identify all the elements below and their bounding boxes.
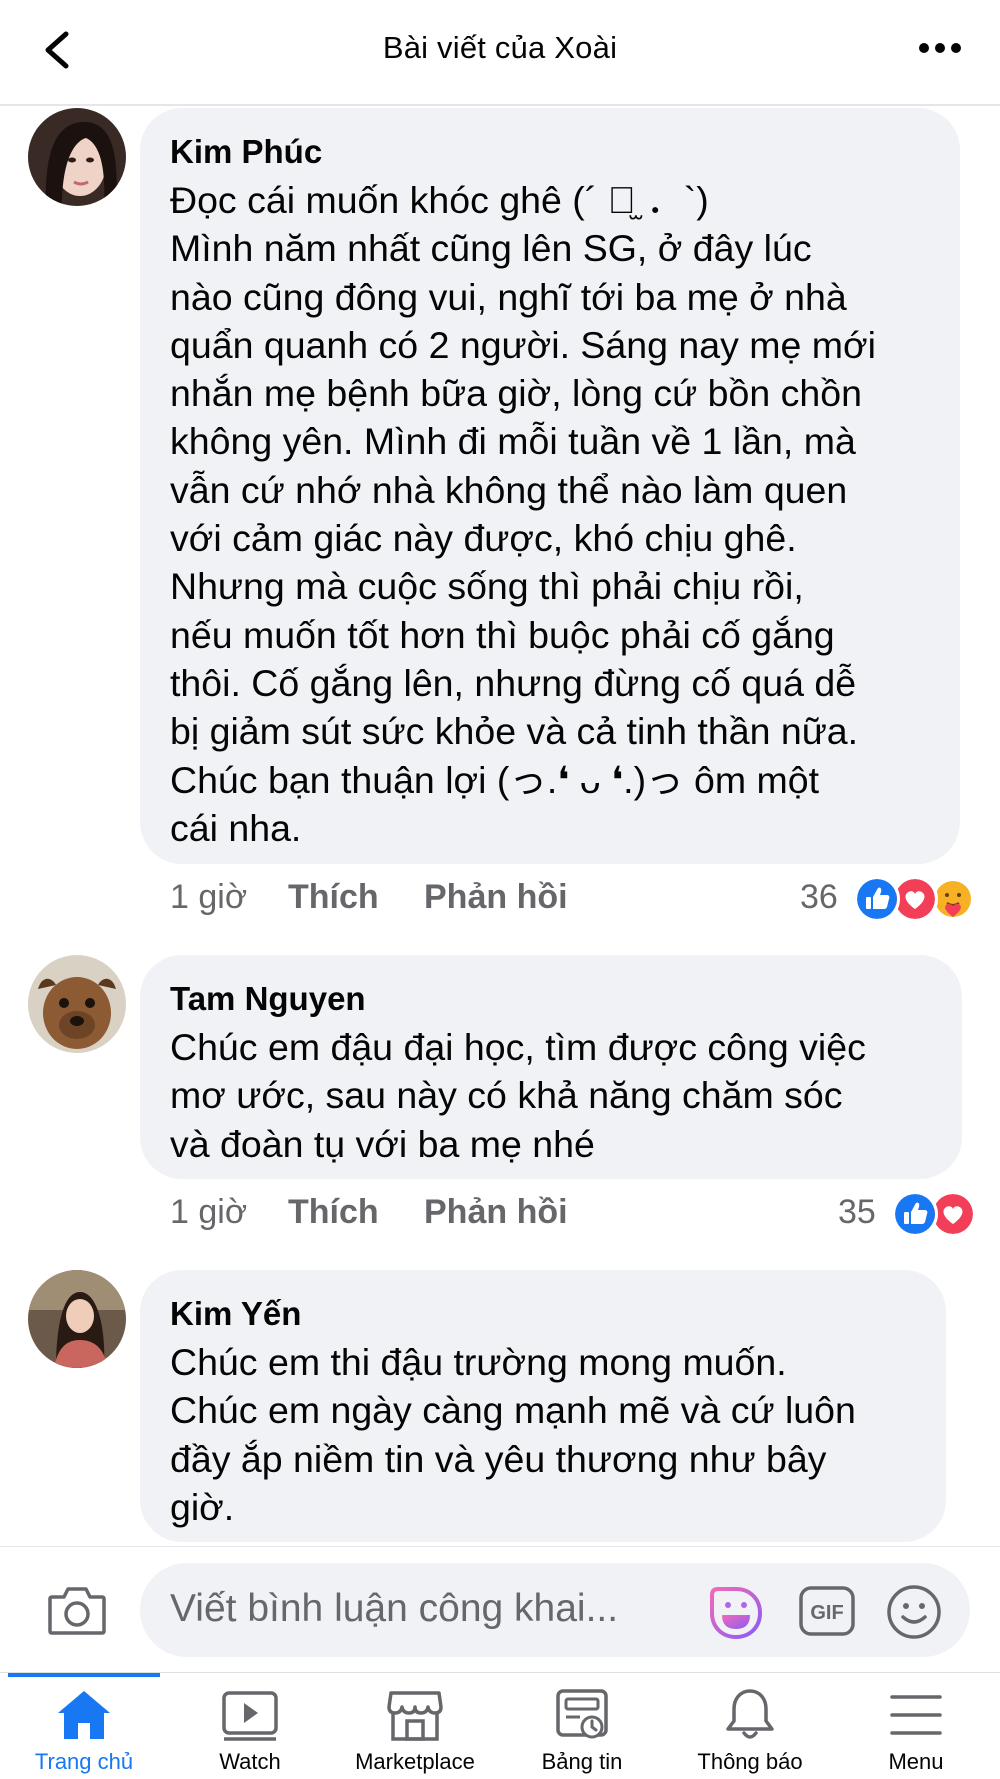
tab-label: Trang chủ — [34, 1749, 134, 1774]
tab-watch[interactable]: Watch — [190, 1673, 310, 1779]
like-button[interactable]: Thích — [288, 878, 379, 917]
tab-label: Menu — [888, 1749, 944, 1774]
avatar[interactable] — [28, 108, 126, 206]
page-title: Bài viết của Xoài — [382, 30, 618, 65]
watch-icon — [222, 1691, 278, 1741]
comment-actions: 1 giờ Thích Phản hồi — [170, 878, 590, 928]
reply-button[interactable]: Phản hồi — [424, 878, 568, 917]
tab-menu[interactable]: Menu — [856, 1673, 976, 1779]
avatar[interactable] — [28, 1270, 126, 1368]
comment-text: Chúc em đậu đại học, tìm được công việc … — [170, 1026, 866, 1165]
like-button[interactable]: Thích — [288, 1193, 379, 1232]
gif-label: GIF — [810, 1602, 843, 1624]
comment-author[interactable]: Tam Nguyen — [170, 979, 932, 1019]
reply-button[interactable]: Phản hồi — [424, 1193, 568, 1232]
comment-bubble: Kim Phúc Đọc cái muốn khóc ghê (´ ．̫ ．`)… — [140, 108, 960, 864]
tab-home[interactable]: Trang chủ — [8, 1673, 160, 1779]
emoji-icon[interactable] — [885, 1583, 943, 1641]
reaction-count: 36 — [800, 878, 838, 916]
comment-bubble: Kim Yến Chúc em thi đậu trường mong muốn… — [140, 1270, 946, 1542]
tab-label: Marketplace — [355, 1749, 475, 1774]
comment-text: Đọc cái muốn khóc ghê (´ ．̫ ．`) Mình năm… — [170, 179, 876, 849]
bell-icon — [726, 1689, 774, 1739]
home-icon — [58, 1691, 110, 1739]
comment-author[interactable]: Kim Phúc — [170, 132, 930, 172]
avatar[interactable] — [28, 955, 126, 1053]
tab-label: Watch — [219, 1749, 281, 1774]
top-bar: Bài viết của Xoài — [0, 0, 1000, 106]
menu-icon — [890, 1695, 942, 1735]
reaction-summary[interactable]: 36 — [800, 876, 980, 922]
comment-bubble: Tam Nguyen Chúc em đậu đại học, tìm được… — [140, 955, 962, 1179]
tab-label: Bảng tin — [541, 1749, 623, 1774]
tab-notifications[interactable]: Thông báo — [680, 1673, 820, 1779]
gif-icon[interactable]: GIF — [798, 1585, 856, 1637]
camera-icon[interactable] — [46, 1583, 108, 1637]
tab-marketplace[interactable]: Marketplace — [340, 1673, 490, 1779]
comment-composer: Viết bình luận công khai... GIF — [0, 1546, 1000, 1673]
comment-author[interactable]: Kim Yến — [170, 1294, 916, 1334]
comment-input[interactable]: Viết bình luận công khai... GIF — [140, 1563, 970, 1657]
comment-text: Chúc em thi đậu trường mong muốn. Chúc e… — [170, 1341, 856, 1528]
comment-actions: 1 giờ Thích Phản hồi — [170, 1193, 590, 1243]
tab-news[interactable]: Bảng tin — [522, 1673, 642, 1779]
news-icon — [556, 1689, 608, 1739]
sticker-icon[interactable] — [708, 1585, 764, 1641]
comment-input-placeholder: Viết bình luận công khai... — [170, 1587, 619, 1630]
tab-label: Thông báo — [697, 1749, 803, 1774]
comment-time: 1 giờ — [170, 878, 248, 916]
reaction-summary[interactable]: 35 — [838, 1191, 980, 1237]
bottom-tab-bar: Trang chủ Watch Marketplace Bảng tin Thô… — [0, 1672, 1000, 1779]
reaction-count: 35 — [838, 1193, 876, 1231]
like-icon — [892, 1191, 938, 1237]
more-options-icon[interactable] — [918, 36, 962, 60]
marketplace-icon — [387, 1691, 443, 1741]
like-icon — [854, 876, 900, 922]
comment-time: 1 giờ — [170, 1193, 248, 1231]
